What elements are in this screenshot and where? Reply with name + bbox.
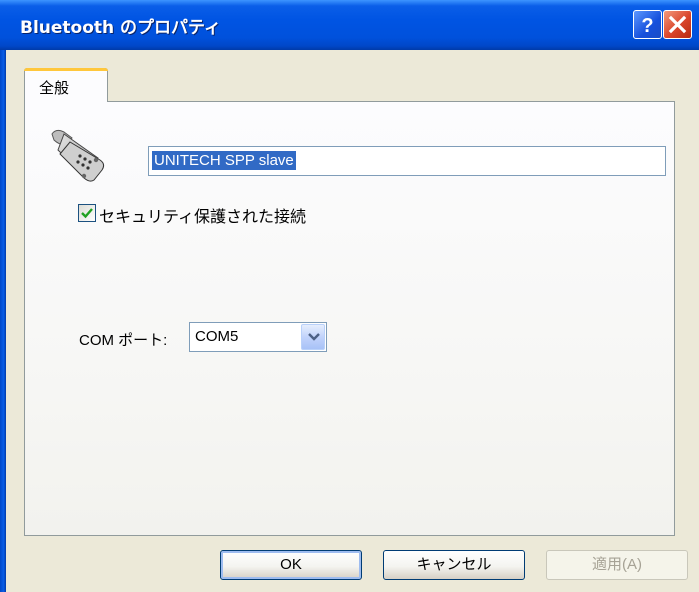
apply-button[interactable]: 適用(A) (546, 550, 688, 580)
device-name-value: UNITECH SPP slave (152, 151, 296, 170)
title-bar[interactable]: Bluetooth のプロパティ ? (0, 0, 699, 50)
ok-button[interactable]: OK (220, 550, 362, 580)
device-name-input[interactable]: UNITECH SPP slave (148, 146, 666, 176)
window-frame-left (0, 50, 6, 592)
svg-text:?: ? (641, 15, 653, 37)
secure-connection-checkbox[interactable] (78, 204, 96, 222)
close-x-icon (668, 15, 687, 34)
properties-dialog: Bluetooth のプロパティ ? 全般 UNITECH SPP slave … (0, 0, 699, 592)
secure-connection-label[interactable]: セキュリティ保護された接続 (99, 203, 306, 227)
com-port-value: COM5 (195, 328, 239, 345)
cancel-button[interactable]: キャンセル (383, 550, 525, 580)
dropdown-arrow-button[interactable] (301, 324, 325, 350)
chevron-down-icon (308, 333, 320, 341)
tab-general-label: 全般 (39, 79, 70, 97)
help-button[interactable]: ? (633, 10, 662, 39)
help-question-icon: ? (641, 15, 653, 37)
com-port-label: COM ポート: (79, 332, 168, 349)
com-port-select[interactable]: COM5 (189, 322, 327, 352)
serial-port-connector-icon (51, 129, 105, 182)
tab-general[interactable]: 全般 (24, 68, 108, 102)
checkmark-icon (81, 208, 93, 219)
close-button[interactable] (663, 10, 692, 39)
window-title: Bluetooth のプロパティ (20, 18, 222, 38)
